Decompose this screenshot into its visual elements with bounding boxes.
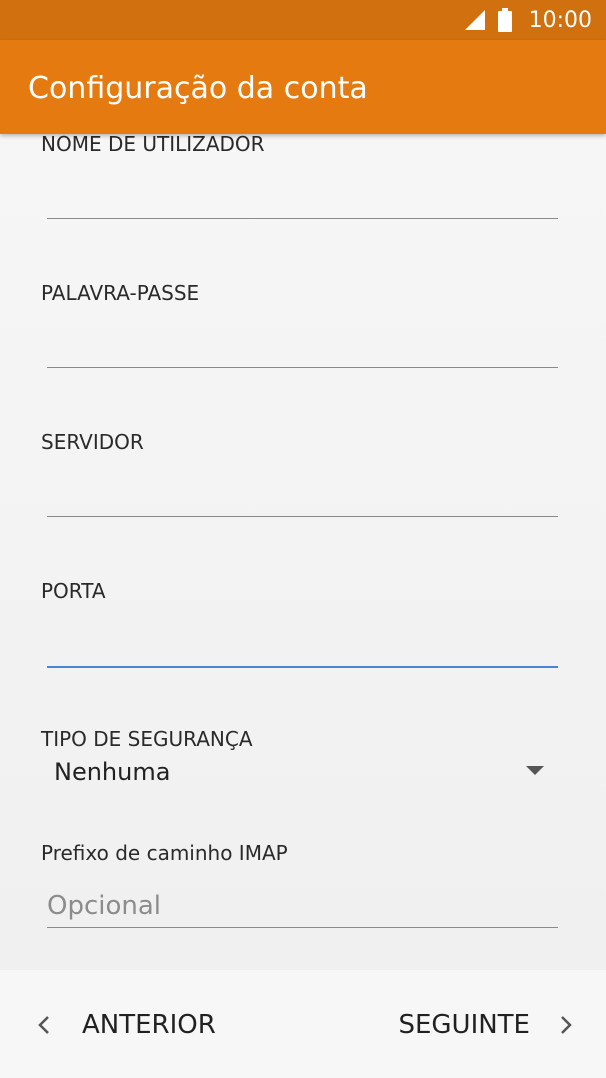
account-settings-form[interactable]: NOME DE UTILIZADOR PALAVRA-PASSE SERVIDO… [0, 134, 606, 970]
port-label: PORTA [41, 579, 106, 603]
status-time: 10:00 [528, 7, 592, 33]
security-type-label: TIPO DE SEGURANÇA [41, 727, 253, 751]
port-field[interactable] [47, 624, 558, 668]
server-label: SERVIDOR [41, 430, 144, 454]
security-type-dropdown[interactable]: Nenhuma [54, 754, 544, 794]
password-label: PALAVRA-PASSE [41, 281, 200, 305]
password-field[interactable] [47, 324, 558, 368]
status-icons: 10:00 [463, 0, 592, 40]
chevron-right-icon [561, 1016, 572, 1034]
app-bar: Configuração da conta [0, 40, 606, 134]
next-button[interactable]: SEGUINTE [398, 990, 572, 1060]
next-button-label: SEGUINTE [398, 1010, 530, 1040]
battery-icon [497, 8, 512, 32]
username-field[interactable] [47, 175, 558, 219]
dropdown-arrow-icon [526, 766, 544, 775]
security-type-value: Nenhuma [54, 758, 171, 786]
signal-icon [464, 10, 485, 30]
imap-prefix-label: Prefixo de caminho IMAP [41, 841, 288, 865]
back-button[interactable]: ANTERIOR [38, 990, 216, 1060]
server-field[interactable] [47, 473, 558, 517]
status-bar: 10:00 [0, 0, 606, 40]
navigation-bar: ANTERIOR SEGUINTE [0, 970, 606, 1078]
chevron-left-icon [38, 1016, 49, 1034]
username-label: NOME DE UTILIZADOR [41, 134, 265, 156]
back-button-label: ANTERIOR [82, 1010, 216, 1040]
page-title: Configuração da conta [28, 71, 368, 106]
imap-prefix-field[interactable] [47, 884, 558, 928]
